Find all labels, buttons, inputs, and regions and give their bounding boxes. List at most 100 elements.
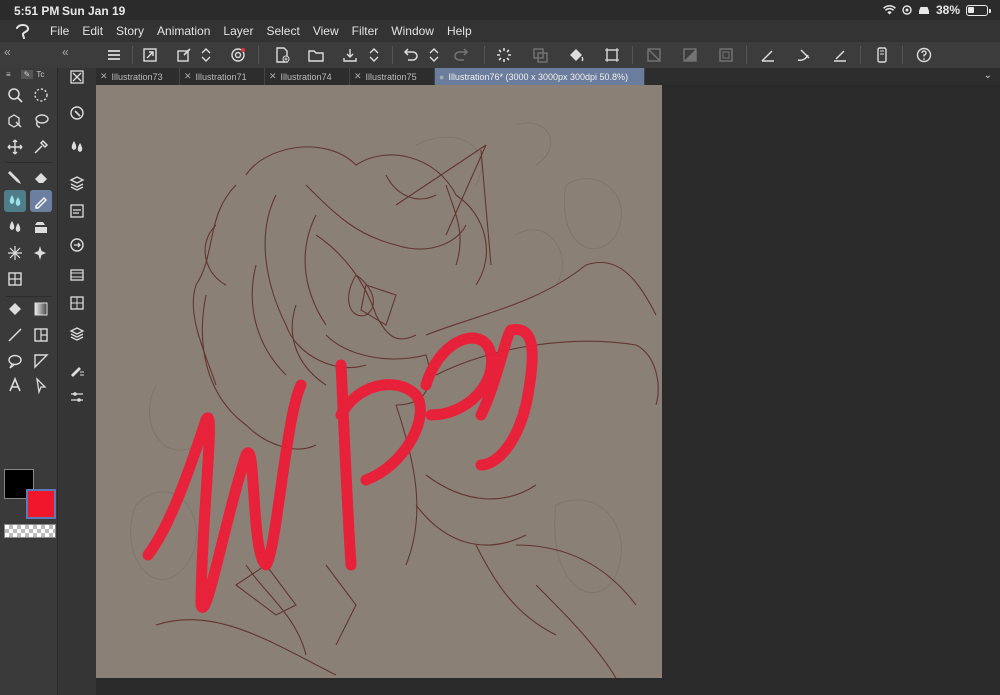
- text-tool-icon[interactable]: [4, 374, 26, 396]
- menu-edit[interactable]: Edit: [78, 24, 112, 38]
- layer-property-icon[interactable]: [66, 200, 88, 222]
- save-icon[interactable]: [340, 45, 360, 65]
- new-canvas-icon[interactable]: [140, 45, 160, 65]
- tab-list-chevron-icon[interactable]: ⌄: [984, 70, 992, 81]
- open-folder-icon[interactable]: [306, 45, 326, 65]
- navigator-icon[interactable]: [66, 102, 88, 124]
- move-tool-icon[interactable]: [4, 136, 26, 158]
- material-icon[interactable]: [66, 172, 88, 194]
- smartphone-sync-icon[interactable]: [228, 45, 248, 65]
- sub-color-swatch[interactable]: [26, 489, 56, 519]
- transform-icon[interactable]: [602, 45, 622, 65]
- fill-sparkle-icon[interactable]: [30, 242, 52, 264]
- blend-tool-icon[interactable]: [4, 216, 26, 238]
- save-options-chevron-icon[interactable]: [368, 45, 380, 65]
- eyedropper-tool-icon[interactable]: [30, 136, 52, 158]
- pen-tool-icon[interactable]: [4, 166, 26, 188]
- menu-help[interactable]: Help: [443, 24, 481, 38]
- tool-tab-pen-icon[interactable]: ✎: [20, 69, 34, 79]
- correct-line-tool-icon[interactable]: [30, 374, 52, 396]
- rotate-tool-icon[interactable]: [30, 84, 52, 106]
- undo-icon[interactable]: [400, 45, 420, 65]
- color-wheel-icon[interactable]: [66, 234, 88, 256]
- tool-property-icon[interactable]: [66, 358, 88, 380]
- frame-tool-icon[interactable]: [30, 324, 52, 346]
- brush-size-icon[interactable]: [66, 136, 88, 158]
- ruler-snap-icon[interactable]: [758, 45, 778, 65]
- tool-panel: ≡ ✎ Tc: [0, 68, 58, 695]
- canvas-tab-active[interactable]: ● Illustration76* (3000 x 3000px 300dpi 5…: [435, 68, 645, 85]
- tool-tab-label[interactable]: Tc: [36, 70, 44, 79]
- balloon-tool-icon[interactable]: [4, 350, 26, 372]
- menu-hamburger-icon[interactable]: [104, 45, 124, 65]
- menu-layer[interactable]: Layer: [219, 24, 262, 38]
- canvas-tab[interactable]: ✕ Illustration71: [180, 68, 265, 85]
- object-select-tool-icon[interactable]: [4, 110, 26, 132]
- sketch-artwork: [130, 122, 659, 678]
- invert-selection-icon[interactable]: [680, 45, 700, 65]
- battery-percent: 38%: [935, 3, 960, 17]
- effect-sparkle-icon[interactable]: [4, 242, 26, 264]
- close-tab-icon[interactable]: ✕: [184, 71, 192, 82]
- history-chevron-icon[interactable]: [428, 45, 440, 65]
- collapse-left-icon[interactable]: «: [4, 45, 11, 59]
- menu-view[interactable]: View: [309, 24, 348, 38]
- zoom-tool-icon[interactable]: [4, 84, 26, 106]
- menu-file[interactable]: File: [46, 24, 78, 38]
- transparent-color-swatch[interactable]: [4, 524, 56, 538]
- menu-bar: File Edit Story Animation Layer Select V…: [0, 20, 1000, 42]
- new-file-icon[interactable]: [272, 45, 292, 65]
- app-logo-icon[interactable]: [0, 23, 46, 39]
- canvas-tab[interactable]: ✕ Illustration75: [350, 68, 435, 85]
- canvas-tab-bar: ✕ Illustration73 ✕ Illustration71 ✕ Illustr…: [96, 68, 1000, 85]
- modified-dot-icon[interactable]: ●: [439, 72, 444, 82]
- drawing-canvas[interactable]: [96, 85, 662, 678]
- redo-icon[interactable]: [452, 45, 472, 65]
- lasso-tool-icon[interactable]: [30, 110, 52, 132]
- wifi-icon: [883, 5, 896, 15]
- menu-story[interactable]: Story: [112, 24, 153, 38]
- canvas-tab[interactable]: ✕ Illustration73: [96, 68, 180, 85]
- decoration-tool-icon[interactable]: [30, 216, 52, 238]
- tool-panel-header: ≡ ✎ Tc: [2, 68, 56, 80]
- grid-snap-icon[interactable]: [830, 45, 850, 65]
- selection-border-icon[interactable]: [716, 45, 736, 65]
- close-tab-icon[interactable]: ✕: [100, 71, 108, 82]
- animation-timeline-icon[interactable]: [66, 264, 88, 286]
- close-tab-icon[interactable]: ✕: [354, 71, 362, 82]
- layer-panel-icon[interactable]: [66, 322, 88, 344]
- quick-access-icon[interactable]: [174, 45, 194, 65]
- speed-line-tool-icon[interactable]: [30, 350, 52, 372]
- menu-filter[interactable]: Filter: [348, 24, 388, 38]
- command-bar: « «: [0, 42, 1000, 68]
- menu-animation[interactable]: Animation: [153, 24, 219, 38]
- car-icon: [918, 7, 929, 14]
- panel-menu-icon[interactable]: ≡: [6, 70, 11, 79]
- canvas-tab[interactable]: ✕ Illustration74: [265, 68, 350, 85]
- eraser-tool-icon[interactable]: [30, 166, 52, 188]
- menu-select[interactable]: Select: [262, 24, 308, 38]
- close-panel-icon[interactable]: [66, 66, 88, 88]
- help-icon[interactable]: [914, 45, 934, 65]
- watercolor-tool-icon[interactable]: [4, 190, 26, 212]
- fill-tool-icon[interactable]: [4, 298, 26, 320]
- history-panel-icon[interactable]: [66, 292, 88, 314]
- updown-chevron-icon[interactable]: [200, 45, 212, 65]
- copy-layer-icon[interactable]: [530, 45, 550, 65]
- select-none-icon[interactable]: [644, 45, 664, 65]
- figure-tool-icon[interactable]: [4, 324, 26, 346]
- special-ruler-icon[interactable]: [794, 45, 814, 65]
- close-tab-icon[interactable]: ✕: [269, 71, 277, 82]
- status-date: Sun Jan 19: [62, 4, 126, 18]
- loading-spinner-icon: [494, 45, 514, 65]
- fill-bucket-icon[interactable]: [566, 45, 586, 65]
- companion-mode-icon[interactable]: [872, 45, 892, 65]
- sub-tool-detail-icon[interactable]: [66, 386, 88, 408]
- airbrush-tool-icon[interactable]: [30, 190, 52, 212]
- location-lock-icon: [902, 5, 912, 15]
- gradient-tool-icon[interactable]: [30, 298, 52, 320]
- menu-window[interactable]: Window: [387, 24, 443, 38]
- frame-border-tool-icon[interactable]: [4, 268, 26, 290]
- canvas-area[interactable]: [96, 85, 1000, 695]
- collapse-subpanel-icon[interactable]: «: [62, 45, 69, 59]
